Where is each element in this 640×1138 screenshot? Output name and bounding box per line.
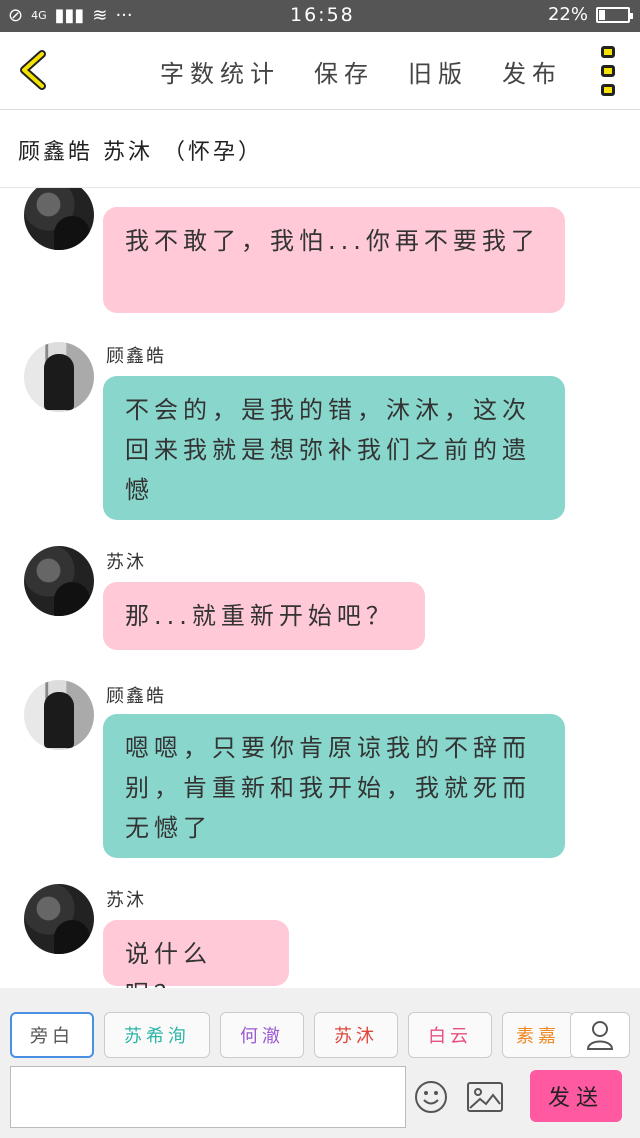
role-label: 何澈	[240, 1026, 284, 1047]
speaker-name: 苏沐	[106, 890, 146, 911]
message-input[interactable]	[10, 1066, 406, 1128]
role-selector: 旁白 苏希洵 何澈 苏沐 白云 素嘉	[10, 1012, 574, 1058]
add-role-button[interactable]	[570, 1012, 630, 1058]
role-item[interactable]: 白云	[408, 1012, 492, 1058]
save-button[interactable]: 保存	[314, 54, 374, 89]
clock: 16:58	[290, 4, 355, 26]
more-status-icon: ···	[115, 5, 133, 26]
speaker-name: 顾鑫皓	[106, 346, 166, 367]
smiley-icon	[415, 1081, 447, 1113]
message-bubble[interactable]: 不会的，是我的错，沐沐，这次回来我就是想弥补我们之前的遗憾	[103, 376, 565, 520]
role-item[interactable]: 何澈	[220, 1012, 304, 1058]
toolbar-actions: 字数统计 保存 旧版 发布	[160, 54, 562, 89]
status-bar: ⊘ 4G ▮▮▮ ≋ ··· 16:58 22%	[0, 0, 640, 32]
role-label: 白云	[428, 1026, 472, 1047]
composer-panel: 旁白 苏希洵 何澈 苏沐 白云 素嘉 发送	[0, 988, 640, 1138]
avatar[interactable]	[24, 884, 94, 954]
chevron-left-icon	[20, 50, 46, 90]
avatar[interactable]	[24, 546, 94, 616]
battery-status: 22%	[547, 4, 633, 25]
role-label: 旁白	[30, 1026, 74, 1047]
word-count-button[interactable]: 字数统计	[160, 54, 280, 89]
speaker-name: 顾鑫皓	[106, 686, 166, 707]
role-label: 苏沐	[334, 1026, 378, 1047]
role-item[interactable]: 苏沐	[314, 1012, 398, 1058]
back-button[interactable]	[14, 48, 58, 92]
signal-label: 4G	[31, 9, 47, 22]
avatar[interactable]	[24, 188, 94, 250]
top-toolbar: 字数统计 保存 旧版 发布	[0, 32, 640, 110]
avatar[interactable]	[24, 680, 94, 750]
more-menu-icon[interactable]	[598, 46, 618, 96]
battery-percent: 22%	[547, 4, 588, 25]
picture-icon	[467, 1082, 503, 1112]
send-button[interactable]: 发送	[530, 1070, 622, 1122]
battery-icon	[596, 6, 633, 23]
speaker-name: 苏沐	[106, 552, 146, 573]
signal-icon: ▮▮▮	[54, 5, 85, 26]
image-button[interactable]	[466, 1080, 504, 1114]
message-bubble[interactable]: 嗯嗯，只要你肯原谅我的不辞而别，肯重新和我开始，我就死而无憾了	[103, 714, 565, 858]
role-narrator[interactable]: 旁白	[10, 1012, 94, 1058]
no-disturb-icon: ⊘	[8, 5, 24, 26]
role-label: 素嘉	[516, 1026, 560, 1047]
message-bubble[interactable]: 我不敢了，我怕...你再不要我了	[103, 207, 565, 313]
chat-area[interactable]: 我不敢了，我怕...你再不要我了 顾鑫皓 不会的，是我的错，沐沐，这次回来我就是…	[0, 188, 640, 988]
message-bubble[interactable]: 那...就重新开始吧？	[103, 582, 425, 650]
story-title: 顾鑫皓 苏沐 （怀孕）	[18, 140, 263, 165]
message-bubble[interactable]: 说什么呢？	[103, 920, 289, 988]
emoji-button[interactable]	[414, 1080, 448, 1114]
story-title-bar: 顾鑫皓 苏沐 （怀孕）	[0, 110, 640, 188]
status-left: ⊘ 4G ▮▮▮ ≋ ···	[8, 5, 133, 26]
role-label: 苏希洵	[124, 1026, 190, 1047]
avatar[interactable]	[24, 342, 94, 412]
old-version-button[interactable]: 旧版	[408, 54, 468, 89]
role-item[interactable]: 苏希洵	[104, 1012, 210, 1058]
user-icon	[586, 1021, 614, 1050]
wifi-icon: ≋	[92, 5, 108, 26]
publish-button[interactable]: 发布	[502, 54, 562, 89]
role-item[interactable]: 素嘉	[502, 1012, 574, 1058]
